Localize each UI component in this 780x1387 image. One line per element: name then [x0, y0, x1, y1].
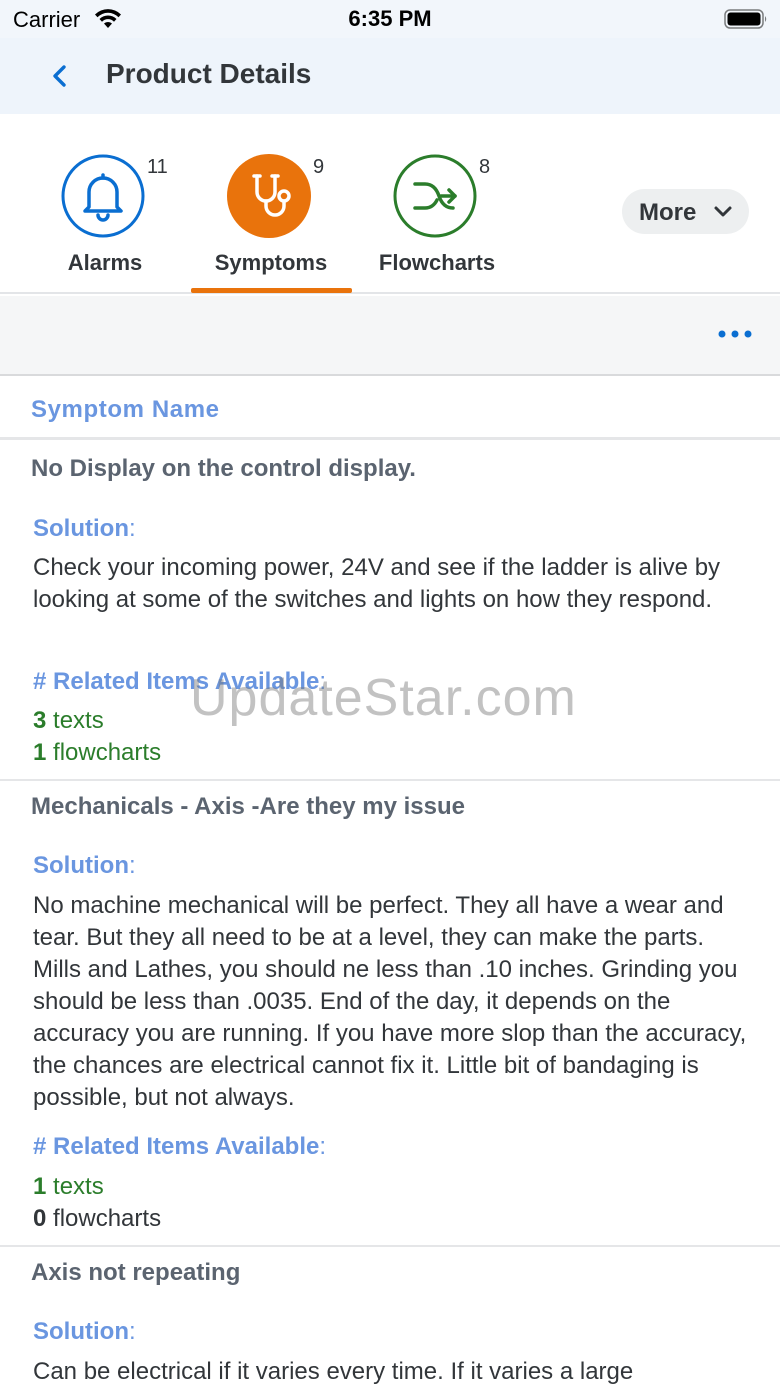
navigation-bar: Product Details	[0, 38, 780, 114]
flowcharts-count: 8	[479, 156, 491, 178]
column-header-symptom-name: Symptom Name	[31, 396, 220, 423]
solution-label: Solution:	[33, 515, 136, 542]
list-item[interactable]: Mechanicals - Axis -Are they my issue So…	[0, 781, 780, 1247]
symptom-name: Mechanicals - Axis -Are they my issue	[31, 793, 465, 820]
related-texts: 3 texts	[33, 707, 104, 734]
alarms-count: 11	[147, 156, 168, 178]
tab-alarms-label: Alarms	[67, 250, 143, 275]
tab-flowcharts-label: Flowcharts	[378, 250, 496, 275]
page-title: Product Details	[106, 58, 312, 89]
related-flowcharts: 0 flowcharts	[33, 1205, 162, 1232]
back-chevron-icon[interactable]	[48, 62, 74, 90]
chevron-down-icon	[714, 206, 732, 217]
symptom-name: No Display on the control display.	[31, 455, 416, 482]
solution-label: Solution:	[33, 1318, 136, 1345]
more-button[interactable]: More	[622, 189, 749, 234]
bell-icon	[61, 154, 145, 238]
tab-symptoms[interactable]: 9 Symptoms	[191, 114, 351, 294]
stethoscope-icon	[227, 154, 311, 238]
related-items-label: # Related Items Available:	[33, 668, 327, 695]
symptoms-count: 9	[313, 156, 325, 178]
related-texts: 1 texts	[33, 1173, 104, 1200]
active-tab-indicator	[191, 288, 352, 293]
status-bar: Carrier 6:35 PM	[0, 0, 780, 38]
tab-symptoms-label: Symptoms	[214, 250, 328, 275]
solution-text: Can be electrical if it varies every tim…	[33, 1358, 634, 1385]
solution-text: Check your incoming power, 24V and see i…	[33, 554, 721, 613]
battery-icon	[724, 9, 767, 29]
alarms-icon-circle	[61, 154, 145, 238]
flowcharts-icon-circle	[393, 154, 477, 238]
list-item[interactable]: No Display on the control display. Solut…	[0, 441, 780, 781]
symptom-name: Axis not repeating	[31, 1259, 241, 1286]
tab-strip: 11 Alarms 9 Symptoms 8 Flowcharts More	[0, 114, 780, 294]
list-header: Symptom Name	[0, 378, 780, 440]
symptoms-icon-circle	[227, 154, 311, 238]
tab-alarms[interactable]: 11 Alarms	[25, 114, 185, 294]
solution-label: Solution:	[33, 852, 136, 879]
list-toolbar	[0, 296, 780, 376]
flowchart-icon	[393, 154, 477, 238]
more-button-label: More	[639, 199, 697, 226]
solution-text: No machine mechanical will be perfect. T…	[33, 892, 747, 1111]
overflow-menu-icon[interactable]	[718, 329, 752, 339]
related-items-label: # Related Items Available:	[33, 1133, 327, 1160]
tab-flowcharts[interactable]: 8 Flowcharts	[357, 114, 517, 294]
clock: 6:35 PM	[348, 6, 432, 31]
related-flowcharts: 1 flowcharts	[33, 739, 162, 766]
list-item[interactable]: Axis not repeating Solution: Can be elec…	[0, 1247, 780, 1387]
